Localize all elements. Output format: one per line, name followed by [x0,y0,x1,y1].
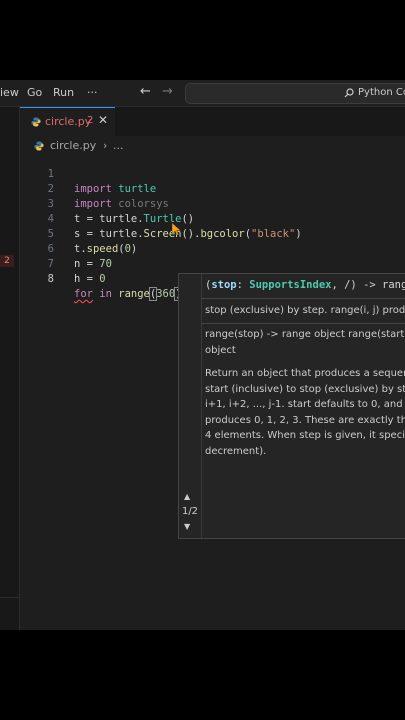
command-center-search[interactable]: Python Cod [185,83,405,104]
doc-text: stop (exclusive) by step. range(i, j) pr… [205,305,405,316]
code-line: 5 t.speed(0) [20,212,405,255]
code-line-active: 8 for in range(360) [20,257,405,301]
code-editor[interactable]: 1 import turtle 2 import colorsys 3 t = … [20,152,405,301]
tab-problem-count: 2 [87,115,94,126]
menu-view[interactable]: iew [0,86,19,99]
mouse-pointer-icon [172,223,182,236]
side-panel-edge: 2 [0,107,20,630]
signature: (stop: SupportsIndex, /) -> range [205,279,405,291]
python-file-icon [31,117,41,127]
problem-count-badge[interactable]: 2 [0,255,14,267]
menu-more[interactable]: ··· [87,86,98,99]
doc-text: Return an object that produces a sequenc [205,368,405,379]
doc-text: 4 elements. When step is given, it speci… [205,430,405,441]
menu-go[interactable]: Go [27,86,42,99]
parameter-hint-popup: (stop: SupportsIndex, /) -> range stop (… [178,273,405,539]
tab-label: circle.py [45,115,92,128]
tab-bar: circle.py 2 ✕ [20,107,405,137]
python-file-icon [34,141,44,151]
chevron-up-icon[interactable]: ▲ [184,492,190,501]
line-number: 8 [47,273,54,285]
doc-text: i+1, i+2, ..., j-1. start defaults to 0,… [205,399,405,410]
code-line: 7 h = 0 [20,242,405,285]
code-line: 4 s = turtle.Screen().bgcolor("black") [20,197,405,240]
search-icon [344,88,354,98]
divider [201,274,202,538]
doc-text: object [205,345,236,356]
doc-text: decrement). [205,445,267,457]
menu-run[interactable]: Run [53,86,74,99]
breadcrumb-separator: › [103,139,108,152]
arrow-left-icon[interactable]: ← [140,84,151,99]
error-squiggle: for [74,288,93,300]
code-line: 3 t = turtle.Turtle() [20,182,405,225]
code-line: 2 import colorsys [20,167,405,210]
menu-bar: iew Go Run ··· ← → Python Cod [0,80,405,107]
close-icon[interactable]: ✕ [98,113,108,127]
chevron-down-icon[interactable]: ▼ [184,522,190,531]
search-text: Python Cod [358,87,405,98]
overload-counter: 1/2 [181,506,199,517]
divider [201,323,405,324]
breadcrumb-file[interactable]: circle.py [50,139,96,152]
tab-circle-py[interactable]: circle.py 2 ✕ [20,107,115,137]
doc-text: range(stop) -> range object range(start,… [205,329,405,340]
divider [201,298,405,299]
editor-window: iew Go Run ··· ← → Python Cod 2 circle.p… [0,80,405,630]
breadcrumb-symbol[interactable]: ... [113,139,124,152]
divider [0,597,19,598]
doc-text: produces 0, 1, 2, 3. These are exactly t… [205,414,405,426]
arrow-right-icon[interactable]: → [162,84,173,99]
code-line: 6 n = 70 [20,227,405,270]
doc-text: start (inclusive) to stop (exclusive) by… [205,383,405,395]
code-line: 1 import turtle [20,152,405,195]
